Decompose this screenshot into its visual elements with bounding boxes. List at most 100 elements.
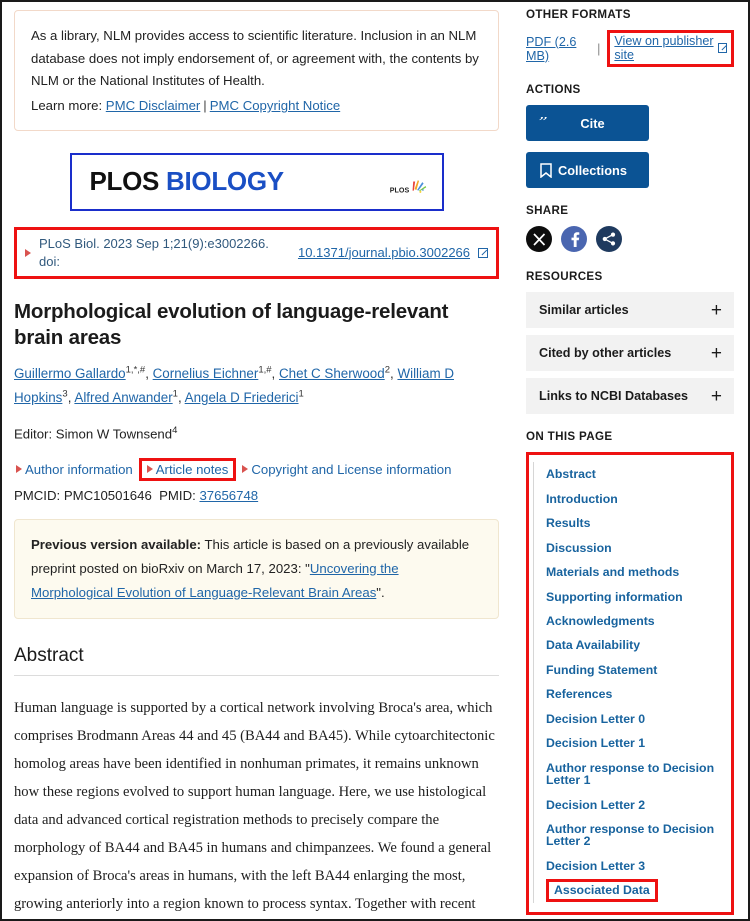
author-list: Guillermo Gallardo1,*,#, Cornelius Eichn… bbox=[14, 364, 454, 405]
x-twitter-icon[interactable] bbox=[526, 226, 552, 252]
resource-label: Similar articles bbox=[539, 303, 629, 317]
abstract-heading: Abstract bbox=[14, 645, 499, 676]
toc-row: Discussion bbox=[546, 535, 731, 559]
toc-item-decision-letter-3[interactable]: Decision Letter 3 bbox=[546, 854, 645, 878]
toc-row: Data Availability bbox=[546, 633, 731, 657]
toc-row: Author response to Decision Letter 1 bbox=[546, 756, 731, 793]
plus-icon: + bbox=[710, 299, 722, 321]
quote-icon: ” bbox=[536, 117, 556, 129]
collections-button-label: Collections bbox=[558, 162, 627, 178]
author-link[interactable]: Chet C Sherwood bbox=[279, 366, 385, 381]
author-link[interactable]: Cornelius Eichner bbox=[153, 366, 259, 381]
external-link-icon bbox=[718, 43, 727, 53]
toc-item-author-response-1[interactable]: Author response to Decision Letter 1 bbox=[546, 756, 731, 793]
doi-link[interactable]: 10.1371/journal.pbio.3002266 bbox=[298, 244, 470, 262]
on-this-page-section: ON THIS PAGE Abstract Introduction Resul… bbox=[526, 430, 734, 915]
actions-heading: ACTIONS bbox=[526, 83, 581, 96]
pmid-label: PMID: bbox=[159, 487, 196, 503]
toc-item-supporting-information[interactable]: Supporting information bbox=[546, 584, 683, 608]
bullet-triangle-icon bbox=[146, 465, 153, 474]
toc-item-associated-data[interactable]: Associated Data bbox=[546, 879, 658, 902]
disclaimer-learn-more: Learn more: PMC Disclaimer | PMC Copyright… bbox=[31, 95, 482, 118]
toc-item-data-availability[interactable]: Data Availability bbox=[546, 633, 640, 657]
svg-text:”: ” bbox=[539, 117, 548, 129]
disclaimer-text: As a library, NLM provides access to sci… bbox=[31, 28, 479, 89]
previous-version-text-after: ". bbox=[376, 584, 385, 600]
author-link[interactable]: Angela D Friederici bbox=[185, 390, 299, 405]
resource-cited-by-other-articles[interactable]: Cited by other articles + bbox=[526, 335, 734, 371]
article-notes-toggle[interactable]: Article notes bbox=[138, 457, 237, 481]
article-main-column: As a library, NLM provides access to sci… bbox=[2, 2, 512, 919]
resource-similar-articles[interactable]: Similar articles + bbox=[526, 292, 734, 328]
journal-name-biology: BIOLOGY bbox=[166, 166, 284, 197]
article-meta-links: Author information Article notes Copyrig… bbox=[14, 457, 499, 481]
toc-row: Results bbox=[546, 511, 731, 535]
previous-version-notice: Previous version available: This article… bbox=[14, 518, 499, 619]
author-link[interactable]: Alfred Anwander bbox=[74, 390, 172, 405]
copyright-license-toggle[interactable]: Copyright and License information bbox=[240, 461, 453, 478]
toc-item-materials-and-methods[interactable]: Materials and methods bbox=[546, 560, 679, 584]
toc-item-references[interactable]: References bbox=[546, 682, 612, 706]
resource-links-to-ncbi-databases[interactable]: Links to NCBI Databases + bbox=[526, 378, 734, 414]
toc-row: Funding Statement bbox=[546, 658, 731, 682]
plus-icon: + bbox=[710, 385, 722, 407]
abstract-body: Human language is supported by a cortica… bbox=[14, 699, 495, 912]
actions-section: ACTIONS ” Cite Collections bbox=[526, 83, 734, 188]
author-affil: 1 bbox=[298, 388, 304, 400]
pmid-link[interactable]: 37656748 bbox=[199, 488, 258, 503]
toc-item-decision-letter-1[interactable]: Decision Letter 1 bbox=[546, 731, 645, 755]
resource-label: Cited by other articles bbox=[539, 346, 672, 360]
editor-line: Editor: Simon W Townsend4 bbox=[14, 425, 499, 441]
view-on-publisher-site-link[interactable]: View on publisher site bbox=[614, 34, 715, 62]
toc-item-decision-letter-2[interactable]: Decision Letter 2 bbox=[546, 793, 645, 817]
toc-item-decision-letter-0[interactable]: Decision Letter 0 bbox=[546, 707, 645, 731]
on-this-page-list: Abstract Introduction Results Discussion… bbox=[533, 462, 731, 903]
previous-version-label: Previous version available: bbox=[31, 536, 202, 552]
toc-item-introduction[interactable]: Introduction bbox=[546, 486, 618, 510]
toc-row: Decision Letter 0 bbox=[546, 707, 731, 731]
toc-row: Author response to Decision Letter 2 bbox=[546, 817, 731, 854]
on-this-page-heading: ON THIS PAGE bbox=[526, 430, 613, 443]
author-link[interactable]: Guillermo Gallardo bbox=[14, 366, 126, 381]
copyright-license-label: Copyright and License information bbox=[251, 461, 452, 477]
article-title: Morphological evolution of language-rele… bbox=[14, 300, 449, 349]
other-formats-section: OTHER FORMATS PDF (2.6 MB) | View on pub… bbox=[526, 8, 734, 67]
toc-item-funding-statement[interactable]: Funding Statement bbox=[546, 658, 657, 682]
toc-row: Introduction bbox=[546, 486, 731, 510]
toc-row: Associated Data bbox=[546, 878, 731, 902]
bullet-triangle-icon bbox=[242, 465, 249, 474]
pdf-download-link[interactable]: PDF (2.6 MB) bbox=[526, 35, 590, 63]
author-information-toggle[interactable]: Author information bbox=[14, 461, 135, 478]
resources-section: RESOURCES Similar articles + Cited by ot… bbox=[526, 270, 734, 414]
toc-item-abstract[interactable]: Abstract bbox=[546, 462, 596, 486]
toc-item-acknowledgments[interactable]: Acknowledgments bbox=[546, 609, 655, 633]
toc-item-results[interactable]: Results bbox=[546, 511, 590, 535]
toc-item-discussion[interactable]: Discussion bbox=[546, 535, 612, 559]
cite-button[interactable]: ” Cite bbox=[526, 105, 649, 141]
toc-row: Decision Letter 1 bbox=[546, 731, 731, 755]
view-on-publisher-site-highlight[interactable]: View on publisher site bbox=[607, 30, 734, 67]
pmcid-label: PMCID: PMC10501646 bbox=[14, 487, 152, 503]
pmc-copyright-notice-link[interactable]: PMC Copyright Notice bbox=[210, 98, 340, 113]
toc-row: Decision Letter 3 bbox=[546, 854, 731, 878]
share-heading: SHARE bbox=[526, 204, 569, 217]
formats-separator: | bbox=[597, 41, 601, 56]
facebook-icon[interactable] bbox=[561, 226, 587, 252]
editor-label: Editor: Simon W Townsend bbox=[14, 426, 173, 442]
toc-row: Abstract bbox=[546, 462, 731, 486]
collections-button[interactable]: Collections bbox=[526, 152, 649, 188]
toc-item-author-response-2[interactable]: Author response to Decision Letter 2 bbox=[546, 817, 731, 854]
resources-heading: RESOURCES bbox=[526, 270, 603, 283]
author-information-label: Author information bbox=[25, 461, 133, 477]
toc-row: Decision Letter 2 bbox=[546, 793, 731, 817]
toc-row: References bbox=[546, 682, 731, 706]
share-nodes-icon[interactable] bbox=[596, 226, 622, 252]
pmc-disclaimer-link[interactable]: PMC Disclaimer bbox=[106, 98, 201, 113]
bullet-triangle-icon bbox=[16, 465, 22, 474]
nlm-disclaimer-box: As a library, NLM provides access to sci… bbox=[14, 10, 499, 131]
learn-more-label: Learn more: bbox=[31, 98, 103, 114]
other-formats-links: PDF (2.6 MB) | View on publisher site bbox=[526, 30, 734, 67]
journal-logo-box[interactable]: PLOS BIOLOGY PLOS bbox=[69, 152, 444, 211]
author-affil: 1,# bbox=[258, 364, 272, 376]
author-affil: 1,*,# bbox=[125, 364, 146, 376]
